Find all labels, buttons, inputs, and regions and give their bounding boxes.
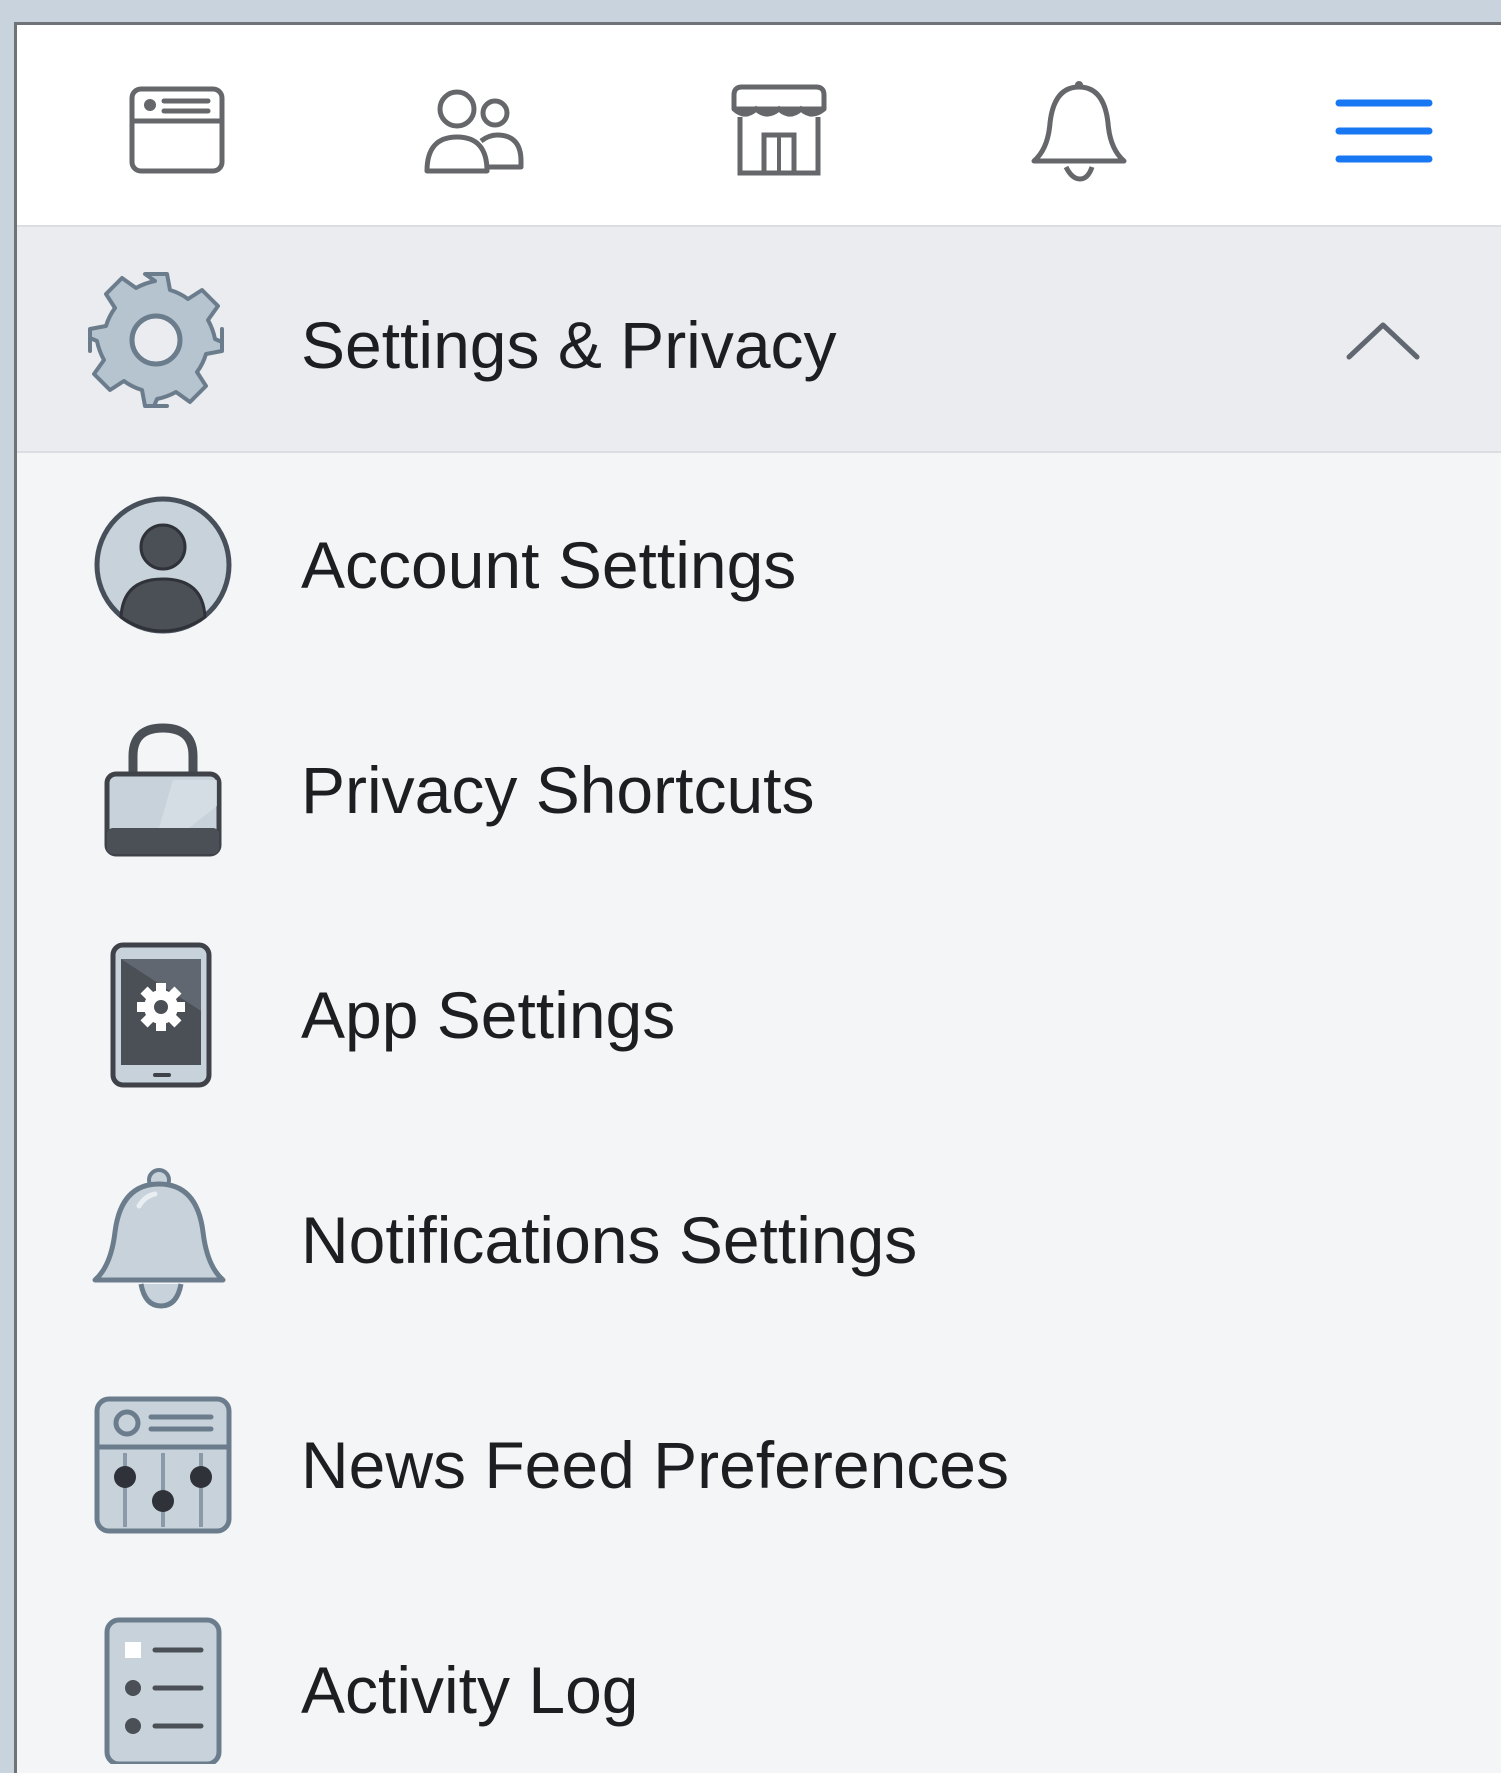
menu-icon[interactable] xyxy=(1329,75,1439,185)
menu-item-label: Activity Log xyxy=(301,1653,639,1727)
section-title: Settings & Privacy xyxy=(301,308,837,382)
activity-log-icon xyxy=(89,1616,237,1764)
chevron-up-icon[interactable] xyxy=(1343,311,1423,371)
notifications-icon[interactable] xyxy=(1024,75,1134,185)
menu-item-account-settings[interactable]: Account Settings xyxy=(17,453,1501,678)
bell-icon xyxy=(89,1166,237,1314)
gear-icon xyxy=(83,267,229,413)
menu-item-activity-log[interactable]: Activity Log xyxy=(17,1578,1501,1773)
app-window: Settings & Privacy Account Settings Priv… xyxy=(14,22,1501,1773)
menu-item-label: App Settings xyxy=(301,978,676,1052)
menu-item-notifications-settings[interactable]: Notifications Settings xyxy=(17,1128,1501,1353)
top-navigation-bar xyxy=(17,25,1501,227)
friends-icon[interactable] xyxy=(419,75,529,185)
menu-item-label: Notifications Settings xyxy=(301,1203,918,1277)
phone-gear-icon xyxy=(89,941,237,1089)
account-icon xyxy=(89,491,237,639)
marketplace-icon[interactable] xyxy=(724,75,834,185)
settings-menu-list: Account Settings Privacy Shortcuts App S… xyxy=(17,453,1501,1773)
menu-item-news-feed-preferences[interactable]: News Feed Preferences xyxy=(17,1353,1501,1578)
menu-item-app-settings[interactable]: App Settings xyxy=(17,903,1501,1128)
menu-item-label: News Feed Preferences xyxy=(301,1428,1009,1502)
menu-item-label: Account Settings xyxy=(301,528,797,602)
news-feed-preferences-icon xyxy=(89,1391,237,1539)
menu-item-privacy-shortcuts[interactable]: Privacy Shortcuts xyxy=(17,678,1501,903)
lock-icon xyxy=(89,716,237,864)
menu-item-label: Privacy Shortcuts xyxy=(301,753,815,827)
settings-privacy-section-header[interactable]: Settings & Privacy xyxy=(17,227,1501,453)
news-feed-icon[interactable] xyxy=(122,75,232,185)
